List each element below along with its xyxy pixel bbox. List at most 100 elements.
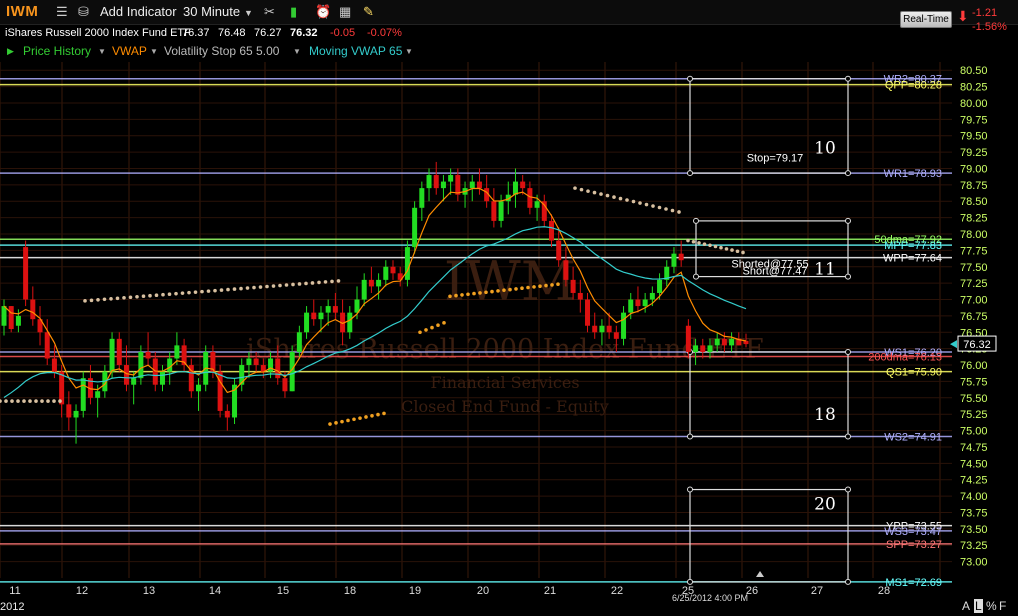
candle-body <box>693 345 699 352</box>
candle-body <box>174 345 180 359</box>
x-tick-label: 12 <box>76 585 88 597</box>
y-tick-label: 78.00 <box>960 229 988 241</box>
candle-body <box>361 279 367 300</box>
fit-icon[interactable]: F <box>999 599 1006 613</box>
y-tick-label: 75.00 <box>960 426 988 438</box>
volatility-stop-dot <box>10 399 14 403</box>
volatility-stop-dot <box>490 289 494 294</box>
candle-body <box>51 358 57 372</box>
volatility-stop-dot <box>719 245 723 250</box>
candle-body <box>80 378 86 411</box>
x-tick-label: 15 <box>277 585 289 597</box>
volatility-stop-dot <box>323 280 328 284</box>
candle-body <box>282 378 288 392</box>
candle-body <box>469 181 475 189</box>
y-tick-label: 77.75 <box>960 245 988 257</box>
box-handle <box>687 486 693 493</box>
candle-body <box>685 325 691 352</box>
volatility-stop-dot <box>508 287 512 292</box>
box-label: 11 <box>814 260 836 280</box>
candle-body <box>491 201 497 221</box>
volatility-stop-dot <box>579 187 584 192</box>
candle-body <box>671 253 677 267</box>
volatility-stop-dot <box>297 282 302 286</box>
candle-body <box>311 312 317 320</box>
volatility-stop-dot <box>496 289 500 293</box>
watermark-sector: Financial Services <box>430 373 579 392</box>
candle-body <box>304 312 310 333</box>
volatility-stop-dot <box>735 249 740 254</box>
volatility-stop-dot <box>310 281 315 285</box>
y-tick-label: 78.25 <box>960 213 988 225</box>
x-tick-label: 27 <box>811 585 823 597</box>
volatility-stop-dot <box>258 285 263 289</box>
volatility-stop-dot <box>502 288 506 293</box>
y-tick-label: 79.25 <box>960 147 988 159</box>
volatility-stop-dot <box>612 195 616 199</box>
y-tick-label: 77.25 <box>960 278 988 290</box>
volatility-stop-dot <box>664 207 668 211</box>
candle-body <box>1 306 7 326</box>
volatility-stop-dot <box>167 292 172 296</box>
box-handle <box>687 578 693 585</box>
candle-body <box>714 338 720 346</box>
volatility-stop-dot <box>697 241 701 245</box>
volatility-stop-dot <box>278 283 282 288</box>
volatility-stop-dot <box>122 295 126 300</box>
auto-scale-icon[interactable]: A <box>962 599 970 613</box>
volatility-stop-dot <box>34 399 38 403</box>
volatility-stop-dot <box>677 210 681 214</box>
level-label: SPP=73.27 <box>886 539 942 551</box>
box-label: 10 <box>814 139 836 159</box>
volatility-stop-dot <box>232 287 237 291</box>
candle-body <box>404 247 410 280</box>
candle-body <box>440 181 446 189</box>
candle-body <box>556 240 562 261</box>
volatility-stop-dot <box>741 250 745 255</box>
y-tick-label: 73.25 <box>960 540 988 552</box>
volatility-stop-dot <box>180 291 185 295</box>
x-tick-label: 19 <box>409 585 421 597</box>
level-label: QPP=80.28 <box>885 80 942 92</box>
y-tick-label: 77.00 <box>960 295 988 307</box>
volatility-stop-dot <box>436 323 440 328</box>
volatility-stop-dot <box>226 287 230 292</box>
y-tick-label: 78.75 <box>960 180 988 192</box>
price-chart[interactable]: IWMiShares Russell 2000 Index Fund ETFFi… <box>0 0 1018 616</box>
y-tick-label: 74.25 <box>960 475 988 487</box>
volatility-stop-dot <box>592 190 597 195</box>
volatility-stop-dot <box>532 285 536 289</box>
x-tick-label: 28 <box>878 585 890 597</box>
volatility-stop-dot <box>599 192 603 196</box>
candle-body <box>15 315 21 326</box>
level-label: WR1=78.93 <box>884 168 942 180</box>
volatility-stop-dot <box>330 279 334 284</box>
year-label: 2012 <box>0 601 25 613</box>
candle-body <box>109 338 115 372</box>
candle-body <box>66 404 72 418</box>
x-tick-label: 20 <box>477 585 489 597</box>
last-price-arrow <box>950 340 957 349</box>
candle-body <box>318 312 324 320</box>
y-tick-label: 73.50 <box>960 524 988 536</box>
candle-body <box>700 345 706 352</box>
y-tick-label: 79.75 <box>960 114 988 126</box>
volatility-stop-dot <box>304 281 308 286</box>
volatility-stop-dot <box>200 289 204 294</box>
stop-annotation: Stop=79.17 <box>747 152 804 164</box>
candle-body <box>512 181 518 195</box>
volatility-stop-dot <box>141 294 146 299</box>
candle-body <box>138 351 144 379</box>
candle-body <box>296 332 302 352</box>
volatility-stop-dot <box>16 399 20 403</box>
volatility-stop-dot <box>219 288 224 292</box>
percent-scale-icon[interactable]: % <box>986 599 997 613</box>
log-scale-icon[interactable]: L <box>974 599 983 613</box>
candle-body <box>455 175 461 195</box>
y-tick-label: 75.25 <box>960 409 988 421</box>
candle-body <box>275 358 281 379</box>
candle-body <box>376 279 382 287</box>
volatility-stop-dot <box>430 325 434 330</box>
volatility-stop-dot <box>4 399 8 403</box>
candle-body <box>246 358 252 366</box>
